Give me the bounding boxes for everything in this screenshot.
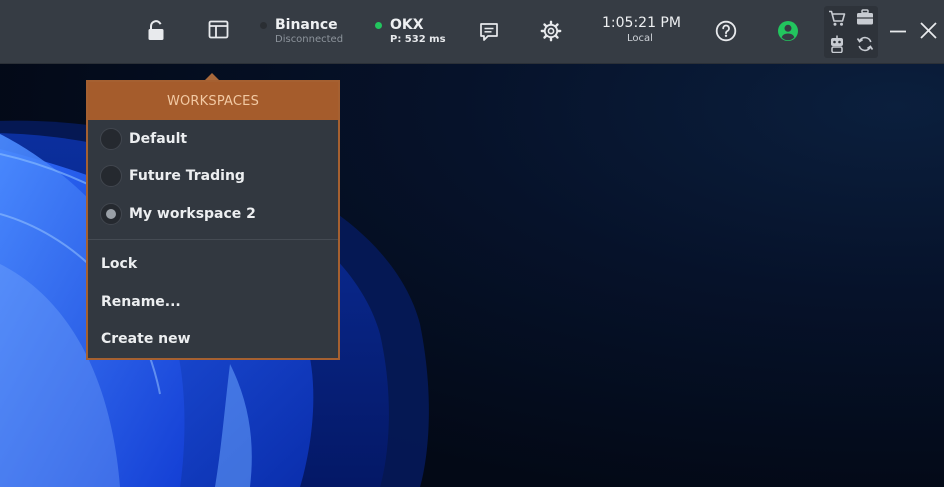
- exchange-status: Disconnected: [275, 34, 344, 45]
- briefcase-icon[interactable]: [856, 9, 874, 26]
- refresh-icon[interactable]: [856, 35, 874, 53]
- top-toolbar: Binance Disconnected OKX P: 532 ms 1:05:…: [0, 0, 944, 64]
- workspace-radio[interactable]: [100, 127, 122, 150]
- robot-icon[interactable]: [828, 35, 846, 53]
- workspace-item-future-trading[interactable]: Future Trading: [88, 158, 338, 196]
- workspace-radio-selected[interactable]: [100, 202, 122, 225]
- lock-icon[interactable]: [146, 20, 166, 42]
- clock-zone: Local: [627, 33, 653, 44]
- close-icon[interactable]: [919, 21, 938, 40]
- menu-caret: [205, 73, 219, 80]
- quick-tools-panel: [824, 6, 878, 58]
- workspace-item-my-workspace-2[interactable]: My workspace 2: [88, 195, 338, 233]
- exchange-name: OKX: [390, 17, 424, 33]
- workspace-item-default[interactable]: Default: [88, 120, 338, 158]
- help-icon[interactable]: [715, 20, 737, 42]
- create-workspace-action[interactable]: Create new: [88, 321, 338, 359]
- workspaces-menu: WORKSPACES Default Future Trading My wor…: [86, 80, 340, 360]
- workspace-icon[interactable]: [208, 20, 230, 40]
- clock-time: 1:05:21 PM: [602, 15, 681, 31]
- rename-workspace-action[interactable]: Rename...: [88, 283, 338, 321]
- workspace-label: Future Trading: [129, 168, 245, 185]
- user-icon[interactable]: [777, 20, 799, 42]
- status-dot: [375, 22, 382, 29]
- workspaces-menu-title: WORKSPACES: [88, 82, 338, 120]
- lock-workspace-action[interactable]: Lock: [88, 246, 338, 284]
- menu-divider: [88, 238, 338, 240]
- chat-icon[interactable]: [479, 22, 499, 42]
- gear-icon[interactable]: [540, 20, 562, 42]
- cart-icon[interactable]: [828, 10, 846, 27]
- workspace-label: My workspace 2: [129, 205, 256, 222]
- workspace-label: Default: [129, 130, 188, 147]
- status-dot: [260, 22, 267, 29]
- exchange-name: Binance: [275, 17, 338, 33]
- workspace-radio[interactable]: [100, 165, 122, 188]
- exchange-ping: P: 532 ms: [390, 34, 446, 45]
- minimize-icon[interactable]: [889, 22, 907, 40]
